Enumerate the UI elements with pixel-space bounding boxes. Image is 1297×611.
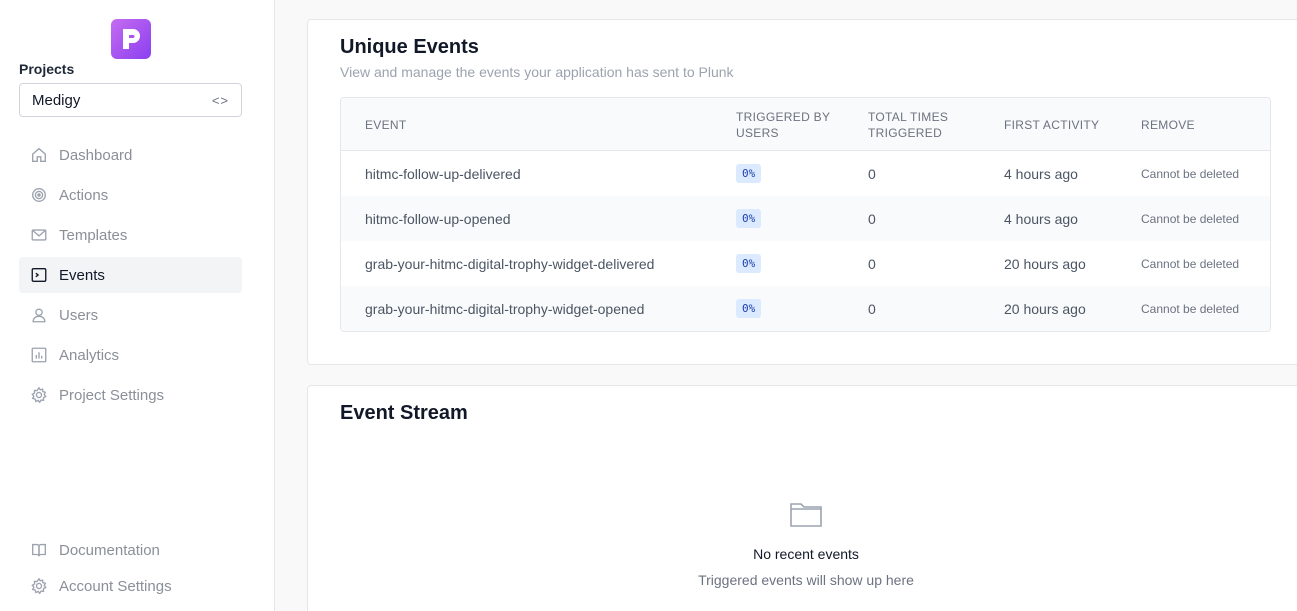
book-icon [30, 541, 48, 559]
sidebar-item-templates[interactable]: Templates [19, 217, 242, 253]
triggered-cell: 0% [736, 286, 836, 331]
project-select[interactable]: Medigy <> [19, 83, 242, 117]
unique-events-card: Unique Events View and manage the events… [307, 19, 1297, 365]
user-icon [30, 306, 48, 324]
sidebar-item-label: Templates [59, 226, 128, 244]
terminal-icon [30, 266, 48, 284]
sidebar-item-label: Events [59, 266, 105, 284]
event-name: hitmc-follow-up-delivered [365, 165, 521, 182]
percent-badge: 0% [736, 209, 762, 228]
total-times: 0 [868, 255, 876, 272]
sidebar-item-events[interactable]: Events [19, 257, 242, 293]
sidebar-item-analytics[interactable]: Analytics [19, 337, 242, 373]
home-icon [30, 146, 48, 164]
event-name: grab-your-hitmc-digital-trophy-widget-op… [365, 300, 645, 317]
empty-state-title: No recent events [753, 546, 859, 562]
first-activity: 4 hours ago [1004, 210, 1078, 227]
triggered-cell: 0% [736, 196, 836, 241]
table-row: grab-your-hitmc-digital-trophy-widget-op… [341, 286, 1270, 331]
sidebar-item-label: Actions [59, 186, 109, 204]
column-header-total-times: Total times triggered [868, 109, 949, 140]
sidebar-bottom-nav: Documentation Account Settings [19, 532, 242, 604]
first-activity: 4 hours ago [1004, 165, 1078, 182]
gear-icon [30, 577, 48, 595]
sidebar-item-label: Dashboard [59, 146, 133, 164]
triggered-cell: 0% [736, 241, 836, 286]
sidebar-item-label: Project Settings [59, 386, 165, 404]
events-table: Event Triggered by users Total times tri… [340, 97, 1271, 332]
plunk-logo[interactable] [111, 19, 151, 59]
percent-badge: 0% [736, 254, 762, 273]
target-icon [30, 186, 48, 204]
empty-state-subtitle: Triggered events will show up here [698, 572, 914, 588]
mail-icon [30, 226, 48, 244]
projects-label: Projects [19, 61, 75, 77]
remove-status: Cannot be deleted [1141, 166, 1240, 181]
percent-badge: 0% [736, 299, 762, 318]
total-times: 0 [868, 210, 876, 227]
triggered-cell: 0% [736, 151, 836, 196]
event-stream-card: Event Stream No recent events Triggered … [307, 385, 1297, 611]
first-activity: 20 hours ago [1004, 255, 1086, 272]
project-select-value: Medigy [32, 91, 81, 109]
column-header-remove: Remove [1141, 117, 1195, 132]
sidebar-nav: Dashboard Actions Templates Events Users [19, 137, 242, 417]
sidebar-item-label: Account Settings [59, 577, 172, 595]
chevron-code-icon: <> [211, 92, 229, 108]
unique-events-subtitle: View and manage the events your applicat… [340, 64, 734, 80]
column-header-event: Event [365, 117, 407, 132]
gear-icon [30, 386, 48, 404]
sidebar-item-label: Analytics [59, 346, 120, 364]
event-name: hitmc-follow-up-opened [365, 210, 511, 227]
table-row: hitmc-follow-up-opened 0% 0 4 hours ago … [341, 196, 1270, 241]
total-times: 0 [868, 165, 876, 182]
sidebar-item-users[interactable]: Users [19, 297, 242, 333]
folder-icon [788, 496, 824, 532]
table-row: grab-your-hitmc-digital-trophy-widget-de… [341, 241, 1270, 286]
column-header-triggered-by-users: Triggered by users [736, 109, 831, 140]
table-row: hitmc-follow-up-delivered 0% 0 4 hours a… [341, 151, 1270, 196]
event-stream-title: Event Stream [340, 402, 468, 424]
column-header-first-activity: First activity [1004, 117, 1100, 132]
total-times: 0 [868, 300, 876, 317]
sidebar-item-account-settings[interactable]: Account Settings [19, 568, 242, 604]
chart-icon [30, 346, 48, 364]
sidebar-item-dashboard[interactable]: Dashboard [19, 137, 242, 173]
sidebar-item-project-settings[interactable]: Project Settings [19, 377, 242, 413]
table-header: Event Triggered by users Total times tri… [341, 98, 1270, 151]
remove-status: Cannot be deleted [1141, 301, 1240, 316]
percent-badge: 0% [736, 164, 762, 183]
event-name: grab-your-hitmc-digital-trophy-widget-de… [365, 255, 655, 272]
sidebar-item-actions[interactable]: Actions [19, 177, 242, 213]
sidebar: Projects Medigy <> Dashboard Actions Tem… [0, 0, 275, 611]
remove-status: Cannot be deleted [1141, 256, 1240, 271]
unique-events-title: Unique Events [340, 36, 479, 58]
sidebar-item-label: Users [59, 306, 99, 324]
empty-state: No recent events Triggered events will s… [308, 496, 1297, 588]
sidebar-item-documentation[interactable]: Documentation [19, 532, 242, 568]
first-activity: 20 hours ago [1004, 300, 1086, 317]
sidebar-item-label: Documentation [59, 541, 160, 559]
remove-status: Cannot be deleted [1141, 211, 1240, 226]
